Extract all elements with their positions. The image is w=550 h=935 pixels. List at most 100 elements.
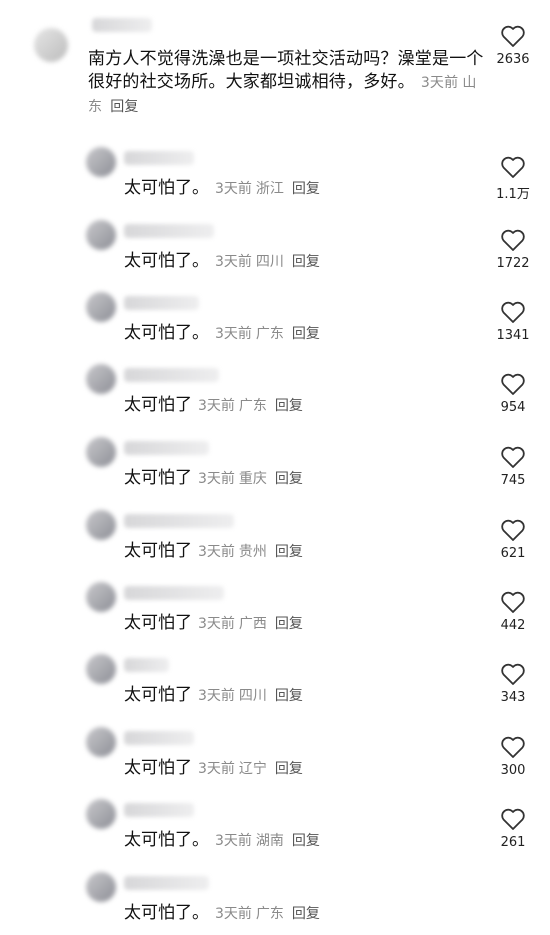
heart-icon [501,373,525,395]
reply-button[interactable]: 回复 [292,254,320,270]
reply-button[interactable]: 回复 [275,616,303,632]
like-button[interactable]: 2636 [483,24,543,67]
avatar[interactable] [86,799,116,829]
avatar[interactable] [86,727,116,757]
reply-item: 太可怕了 3天前 贵州 回复 621 [0,508,550,580]
comment-time: 3天前 [215,906,252,922]
comment-text: 太可怕了 3天前 广东 回复 [124,394,307,418]
username[interactable] [124,151,194,165]
comment-location: 四川 [238,688,267,704]
reply-item: 太可怕了。 3天前 四川 回复 1722 [0,218,550,290]
reply-button[interactable]: 回复 [275,688,303,704]
username[interactable] [124,224,214,238]
like-button[interactable]: 954 [483,372,543,415]
comment-body: 太可怕了 [124,395,192,415]
reply-button[interactable]: 回复 [275,761,303,777]
reply-item: 太可怕了 3天前 辽宁 回复 300 [0,725,550,797]
comment-body: 太可怕了。 [124,178,209,198]
reply-button[interactable]: 回复 [275,398,303,414]
reply-button[interactable]: 回复 [275,471,303,487]
comment-body: 太可怕了 [124,758,192,778]
reply-item: 太可怕了 3天前 重庆 回复 745 [0,435,550,507]
comment-time: 3天前 [215,833,252,849]
comment-location: 广西 [238,616,267,632]
avatar[interactable] [86,872,116,902]
like-button[interactable]: 343 [483,662,543,705]
reply-button[interactable]: 回复 [292,181,320,197]
avatar[interactable] [86,292,116,322]
comment-meta: 3天前 四川 回复 [215,254,324,270]
comment-meta: 3天前 湖南 回复 [215,833,324,849]
reply-item: 太可怕了。 3天前 湖南 回复 261 [0,797,550,869]
avatar[interactable] [86,364,116,394]
username[interactable] [124,803,194,817]
comment-time: 3天前 [198,398,235,414]
comment-text: 太可怕了 3天前 贵州 回复 [124,540,307,564]
comment-time: 3天前 [198,544,235,560]
like-count: 261 [500,835,526,850]
heart-icon [501,736,525,758]
comment-meta: 3天前 浙江 回复 [215,181,324,197]
avatar[interactable] [86,147,116,177]
like-button[interactable]: 745 [483,445,543,488]
comment-text: 太可怕了。 3天前 广东 回复 [124,322,324,346]
comment-meta: 3天前 辽宁 回复 [198,761,307,777]
reply-button[interactable]: 回复 [292,906,320,922]
avatar[interactable] [86,582,116,612]
comment-body: 太可怕了 [124,468,192,488]
avatar[interactable] [86,510,116,540]
like-button[interactable]: 621 [483,518,543,561]
like-count: 1341 [496,328,530,343]
reply-item: 太可怕了。 3天前 广东 回复 [0,870,550,935]
heart-icon [501,25,525,47]
avatar[interactable] [34,28,68,62]
like-button[interactable]: 1341 [483,300,543,343]
like-count: 621 [500,546,526,561]
like-count: 300 [500,763,526,778]
comment-time: 3天前 [215,181,252,197]
username[interactable] [92,18,152,32]
like-button[interactable]: 1722 [483,228,543,271]
comment-meta: 3天前 广西 回复 [198,616,307,632]
avatar[interactable] [86,654,116,684]
comment-text: 南方人不觉得洗澡也是一项社交活动吗？澡堂是一个很好的社交场所。大家都坦诚相待，多… [88,48,488,119]
username[interactable] [124,731,194,745]
avatar[interactable] [86,437,116,467]
reply-button[interactable]: 回复 [292,833,320,849]
comment-location: 浙江 [255,181,284,197]
comment-body: 太可怕了。 [124,903,209,923]
reply-item: 太可怕了 3天前 四川 回复 343 [0,652,550,724]
comment-time: 3天前 [215,254,252,270]
reply-button[interactable]: 回复 [275,544,303,560]
username[interactable] [124,441,209,455]
comment-location: 重庆 [238,471,267,487]
comment-meta: 3天前 四川 回复 [198,688,307,704]
comment-location: 广东 [255,906,284,922]
comment-body: 太可怕了。 [124,830,209,850]
main-comment: 南方人不觉得洗澡也是一项社交活动吗？澡堂是一个很好的社交场所。大家都坦诚相待，多… [0,0,550,140]
reply-button[interactable]: 回复 [292,326,320,342]
comment-text: 太可怕了 3天前 重庆 回复 [124,467,307,491]
comment-meta: 3天前 广东 回复 [215,906,324,922]
avatar[interactable] [86,220,116,250]
comment-location: 广东 [255,326,284,342]
comment-text: 太可怕了 3天前 广西 回复 [124,612,307,636]
username[interactable] [124,514,234,528]
comment-meta: 3天前 广东 回复 [198,398,307,414]
comment-time: 3天前 [198,616,235,632]
username[interactable] [124,876,209,890]
like-button[interactable]: 442 [483,590,543,633]
username[interactable] [124,658,169,672]
like-button[interactable]: 300 [483,735,543,778]
heart-icon [501,229,525,251]
reply-item: 太可怕了 3天前 广西 回复 442 [0,580,550,652]
comment-time: 3天前 [420,75,459,91]
username[interactable] [124,368,219,382]
reply-button[interactable]: 回复 [110,99,138,115]
username[interactable] [124,586,224,600]
comment-location: 四川 [255,254,284,270]
like-button[interactable]: 261 [483,807,543,850]
username[interactable] [124,296,199,310]
like-button[interactable]: 1.1万 [483,155,543,202]
heart-icon [501,808,525,830]
